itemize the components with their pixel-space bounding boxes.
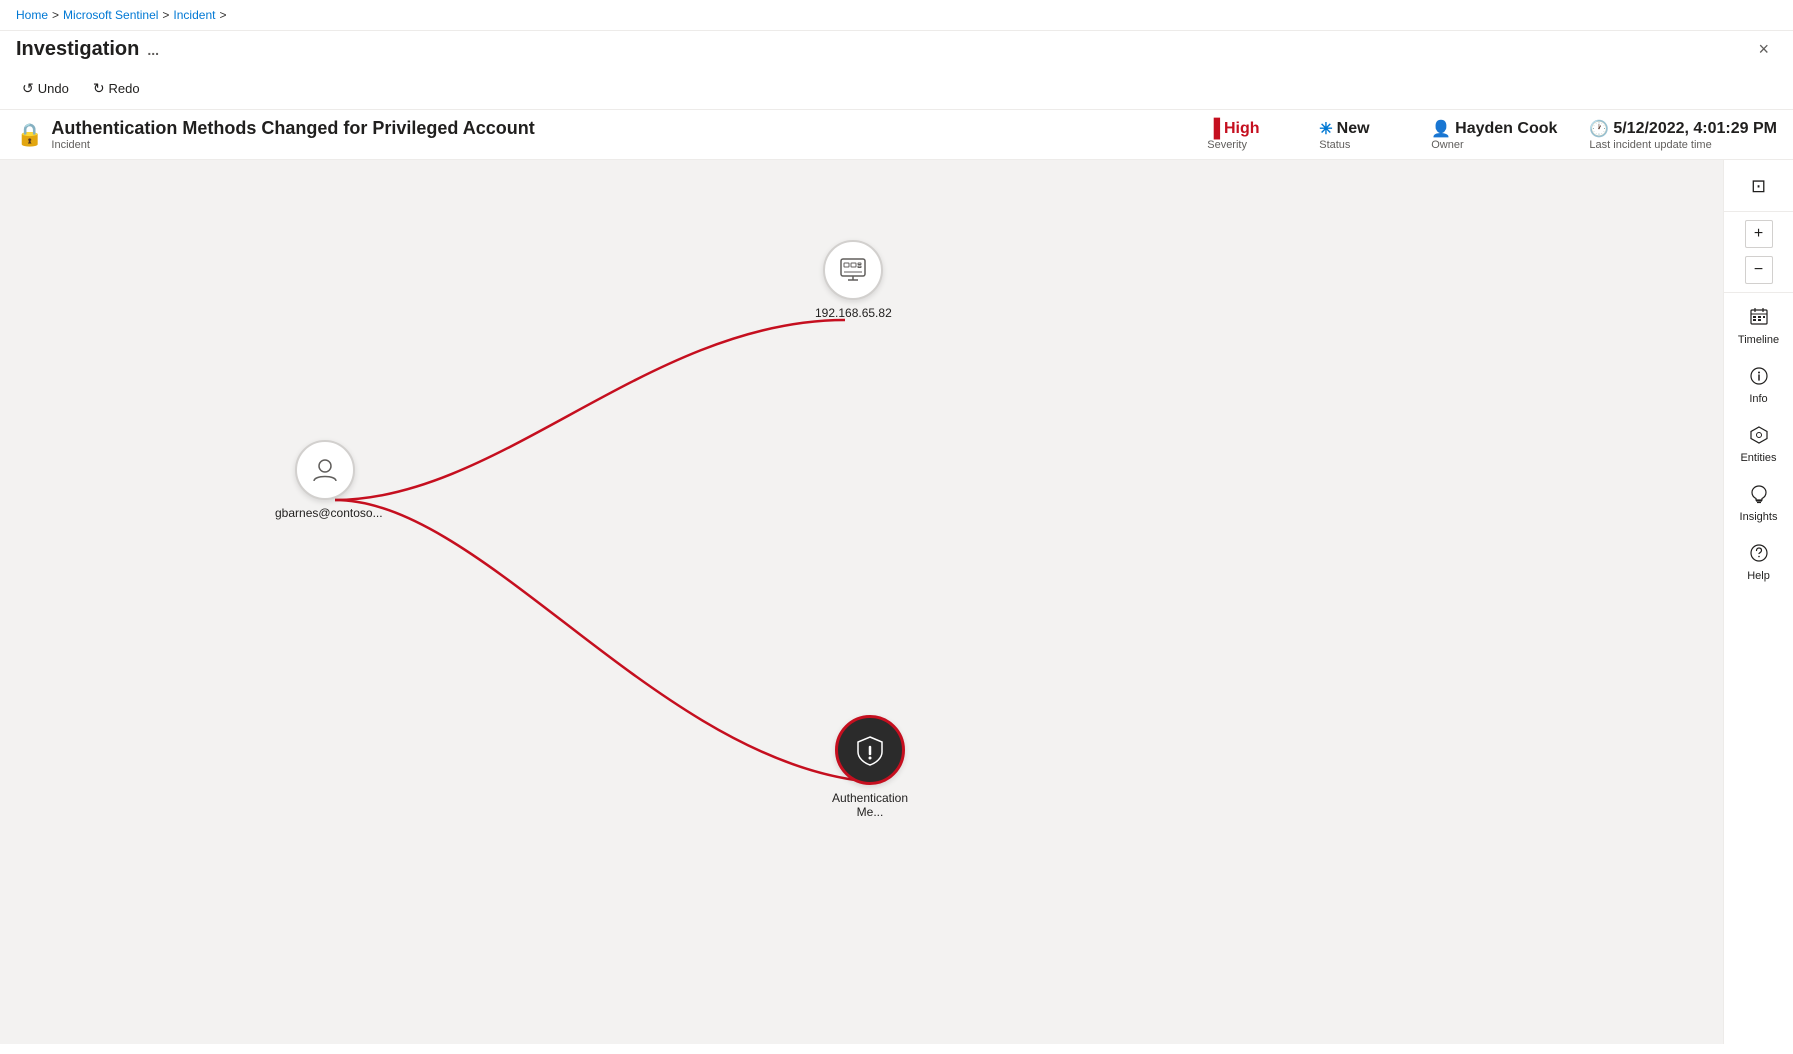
redo-button[interactable]: ↻ Redo <box>87 76 146 101</box>
status-value: ✳ New <box>1319 119 1369 139</box>
close-button[interactable]: × <box>1750 35 1777 64</box>
severity-bar-icon: ▐ <box>1207 118 1220 139</box>
time-value: 🕐 5/12/2022, 4:01:29 PM <box>1589 119 1777 139</box>
help-label: Help <box>1747 570 1770 582</box>
incident-title-text: Authentication Methods Changed for Privi… <box>51 118 534 151</box>
incident-bar: 🔒 Authentication Methods Changed for Pri… <box>0 109 1793 160</box>
entities-label: Entities <box>1740 452 1776 464</box>
status-meta: ✳ New Status <box>1319 119 1399 151</box>
redo-icon: ↻ <box>93 80 105 97</box>
incident-icon: 🔒 <box>16 122 43 148</box>
entities-tool[interactable]: Entities <box>1730 417 1788 472</box>
incident-name: Authentication Methods Changed for Privi… <box>51 118 534 139</box>
user-icon <box>310 455 340 485</box>
insights-label: Insights <box>1740 511 1778 523</box>
severity-text: High <box>1224 120 1260 138</box>
breadcrumb-sentinel[interactable]: Microsoft Sentinel <box>63 8 158 22</box>
ip-node[interactable]: 192.168.65.82 <box>815 240 892 320</box>
time-text: 5/12/2022, 4:01:29 PM <box>1613 120 1777 138</box>
main-area: gbarnes@contoso... 192.168.65.82 <box>0 160 1793 1044</box>
breadcrumb-sep2: > <box>162 8 169 22</box>
severity-value: ▐ High <box>1207 118 1259 139</box>
owner-meta: 👤 Hayden Cook Owner <box>1431 119 1557 151</box>
breadcrumb-sep1: > <box>52 8 59 22</box>
undo-button[interactable]: ↺ Undo <box>16 76 75 101</box>
owner-label: Owner <box>1431 139 1463 151</box>
ip-node-circle[interactable] <box>823 240 883 300</box>
user-node[interactable]: gbarnes@contoso... <box>275 440 375 520</box>
breadcrumb-home[interactable]: Home <box>16 8 48 22</box>
title-ellipsis[interactable]: ... <box>147 42 159 58</box>
owner-value: 👤 Hayden Cook <box>1431 119 1557 139</box>
status-icon: ✳ <box>1319 119 1332 139</box>
incident-type-label: Incident <box>51 139 534 151</box>
sidebar-divider-2 <box>1724 292 1793 293</box>
owner-icon: 👤 <box>1431 119 1451 139</box>
insights-icon <box>1749 484 1769 509</box>
undo-label: Undo <box>38 81 69 96</box>
user-node-label: gbarnes@contoso... <box>275 506 375 520</box>
ip-node-label: 192.168.65.82 <box>815 306 892 320</box>
undo-icon: ↺ <box>22 80 34 97</box>
status-text: New <box>1337 120 1370 138</box>
page-title: Investigation <box>16 38 139 61</box>
severity-meta: ▐ High Severity <box>1207 118 1287 151</box>
timeline-icon <box>1749 307 1769 332</box>
info-tool[interactable]: Info <box>1730 358 1788 413</box>
alert-node[interactable]: Authentication Me... <box>820 715 920 819</box>
graph-canvas[interactable]: gbarnes@contoso... 192.168.65.82 <box>0 160 1723 1044</box>
redo-label: Redo <box>109 81 140 96</box>
help-icon <box>1749 543 1769 568</box>
severity-label: Severity <box>1207 139 1247 151</box>
breadcrumb-incident[interactable]: Incident <box>173 8 215 22</box>
info-label: Info <box>1749 393 1767 405</box>
status-label: Status <box>1319 139 1350 151</box>
page-title-container: Investigation ... <box>16 38 159 61</box>
user-node-circle[interactable] <box>295 440 355 500</box>
time-label: Last incident update time <box>1589 139 1711 151</box>
zoom-in-button[interactable]: + <box>1745 220 1773 248</box>
entities-icon <box>1749 425 1769 450</box>
timeline-tool[interactable]: Timeline <box>1730 299 1788 354</box>
info-icon <box>1749 366 1769 391</box>
monitor-icon <box>839 256 867 284</box>
right-sidebar: ⊡ + − Timeline <box>1723 160 1793 1044</box>
incident-title-section: 🔒 Authentication Methods Changed for Pri… <box>16 118 1175 151</box>
fit-icon: ⊡ <box>1751 176 1766 197</box>
help-tool[interactable]: Help <box>1730 535 1788 590</box>
owner-text: Hayden Cook <box>1455 120 1557 138</box>
fit-tool[interactable]: ⊡ <box>1730 168 1788 205</box>
time-icon: 🕐 <box>1589 119 1609 139</box>
zoom-out-button[interactable]: − <box>1745 256 1773 284</box>
breadcrumb: Home > Microsoft Sentinel > Incident > <box>0 0 1793 31</box>
time-meta: 🕐 5/12/2022, 4:01:29 PM Last incident up… <box>1589 119 1777 151</box>
shield-alert-icon <box>854 734 886 766</box>
toolbar: ↺ Undo ↻ Redo <box>0 72 1793 109</box>
sidebar-divider-1 <box>1724 211 1793 212</box>
alert-node-circle[interactable] <box>835 715 905 785</box>
insights-tool[interactable]: Insights <box>1730 476 1788 531</box>
timeline-label: Timeline <box>1738 334 1779 346</box>
breadcrumb-sep3: > <box>219 8 226 22</box>
alert-node-label: Authentication Me... <box>820 791 920 819</box>
page-header: Investigation ... × <box>0 31 1793 72</box>
